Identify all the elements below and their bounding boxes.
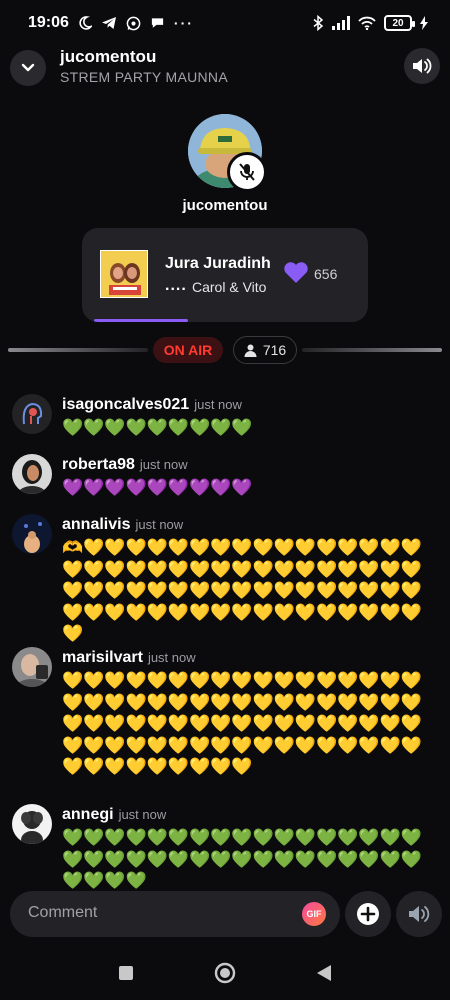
like-button[interactable] [283, 261, 309, 285]
wifi-icon [358, 16, 376, 30]
avatar[interactable] [12, 394, 52, 434]
chat-icon [150, 16, 165, 30]
bluetooth-icon [313, 15, 324, 31]
song-progress [82, 319, 368, 322]
add-button[interactable] [345, 891, 391, 937]
room-title: jucomentou [60, 47, 157, 66]
divider-left [8, 348, 148, 352]
like-count: 656 [314, 266, 338, 282]
back-button[interactable] [316, 964, 332, 987]
speaker-emoji-icon [409, 906, 430, 922]
square-icon [119, 965, 133, 980]
comment-time: just now [194, 397, 242, 412]
more-icon: ··· [173, 15, 194, 31]
song-progress-fill [94, 319, 189, 322]
avatar[interactable] [12, 804, 52, 844]
comment-text: 💜💜💜💜💜💜💜💜💜 [62, 478, 253, 498]
plus-icon [357, 903, 379, 925]
mic-off-icon [239, 163, 255, 181]
comment-time: just now [118, 807, 167, 822]
system-nav-bar [0, 950, 450, 1000]
host-name: jucomentou [182, 197, 268, 214]
home-button[interactable] [214, 962, 236, 989]
comment-username: marisilvart just now [62, 649, 196, 666]
comment-username: isagoncalves021 just now [62, 396, 242, 413]
avatar[interactable] [12, 454, 52, 494]
listeners-pill[interactable]: 716 [233, 336, 297, 364]
listener-count: 716 [262, 342, 287, 358]
moon-icon [78, 16, 92, 30]
status-time: 19:06 [28, 14, 69, 31]
comment-placeholder: Comment [28, 904, 98, 921]
comment-text: 💚💚💚💚💚💚💚💚💚💚💚💚💚💚💚💚💚💚💚💚💚💚💚💚💚💚💚💚💚💚💚💚💚💚💚💚💚💚 [62, 828, 422, 891]
divider-right [302, 348, 442, 352]
mic-muted-badge [227, 152, 267, 192]
song-dots: .... [165, 277, 187, 294]
song-title: Jura Juradinh [165, 255, 271, 272]
comment-text: 🫶💛💛💛💛💛💛💛💛💛💛💛💛💛💛💛💛💛💛💛💛💛💛💛💛💛💛💛💛💛💛💛💛💛💛💛💛💛💛💛… [62, 538, 422, 644]
volume-button[interactable] [404, 48, 440, 84]
battery-indicator: 20 [384, 15, 415, 31]
whatsapp-icon [126, 16, 141, 31]
room-header: jucomentou STREM PARTY MAUNNA [0, 46, 450, 90]
comment-text: 💚💚💚💚💚💚💚💚💚 [62, 418, 253, 438]
status-bar: 19:06 ··· 20 [0, 0, 450, 46]
heart-icon [284, 262, 308, 283]
on-air-badge: ON AIR [153, 337, 223, 363]
signal-icon [332, 16, 350, 30]
comment-time: just now [139, 457, 188, 472]
comment-username: roberta98 just now [62, 456, 188, 473]
comment-username: annegi just now [62, 806, 167, 823]
avatar[interactable] [12, 514, 52, 554]
now-playing-card[interactable]: Jura Juradinh .... Carol & Vito 656 [82, 228, 368, 322]
sound-button[interactable] [396, 891, 442, 937]
collapse-button[interactable] [10, 50, 46, 86]
recents-button[interactable] [118, 965, 134, 986]
chevron-down-icon [21, 63, 35, 72]
speaker-icon [413, 58, 432, 74]
room-subtitle: STREM PARTY MAUNNA [60, 69, 228, 85]
comment-text: 💛💛💛💛💛💛💛💛💛💛💛💛💛💛💛💛💛💛💛💛💛💛💛💛💛💛💛💛💛💛💛💛💛💛💛💛💛💛💛💛… [62, 671, 422, 777]
comment-input[interactable]: Comment GIF [10, 891, 340, 937]
back-triangle-icon [317, 964, 331, 981]
home-circle-icon [214, 962, 236, 983]
comment-username: annalivis just now [62, 516, 184, 533]
telegram-icon [101, 16, 117, 30]
charging-icon [420, 16, 428, 30]
gif-button[interactable]: GIF [302, 902, 326, 926]
album-art [100, 250, 148, 298]
song-artist: Carol & Vito [192, 279, 267, 295]
person-icon [244, 344, 257, 357]
avatar[interactable] [12, 647, 52, 687]
comment-time: just now [147, 650, 196, 665]
comment-time: just now [135, 517, 184, 532]
